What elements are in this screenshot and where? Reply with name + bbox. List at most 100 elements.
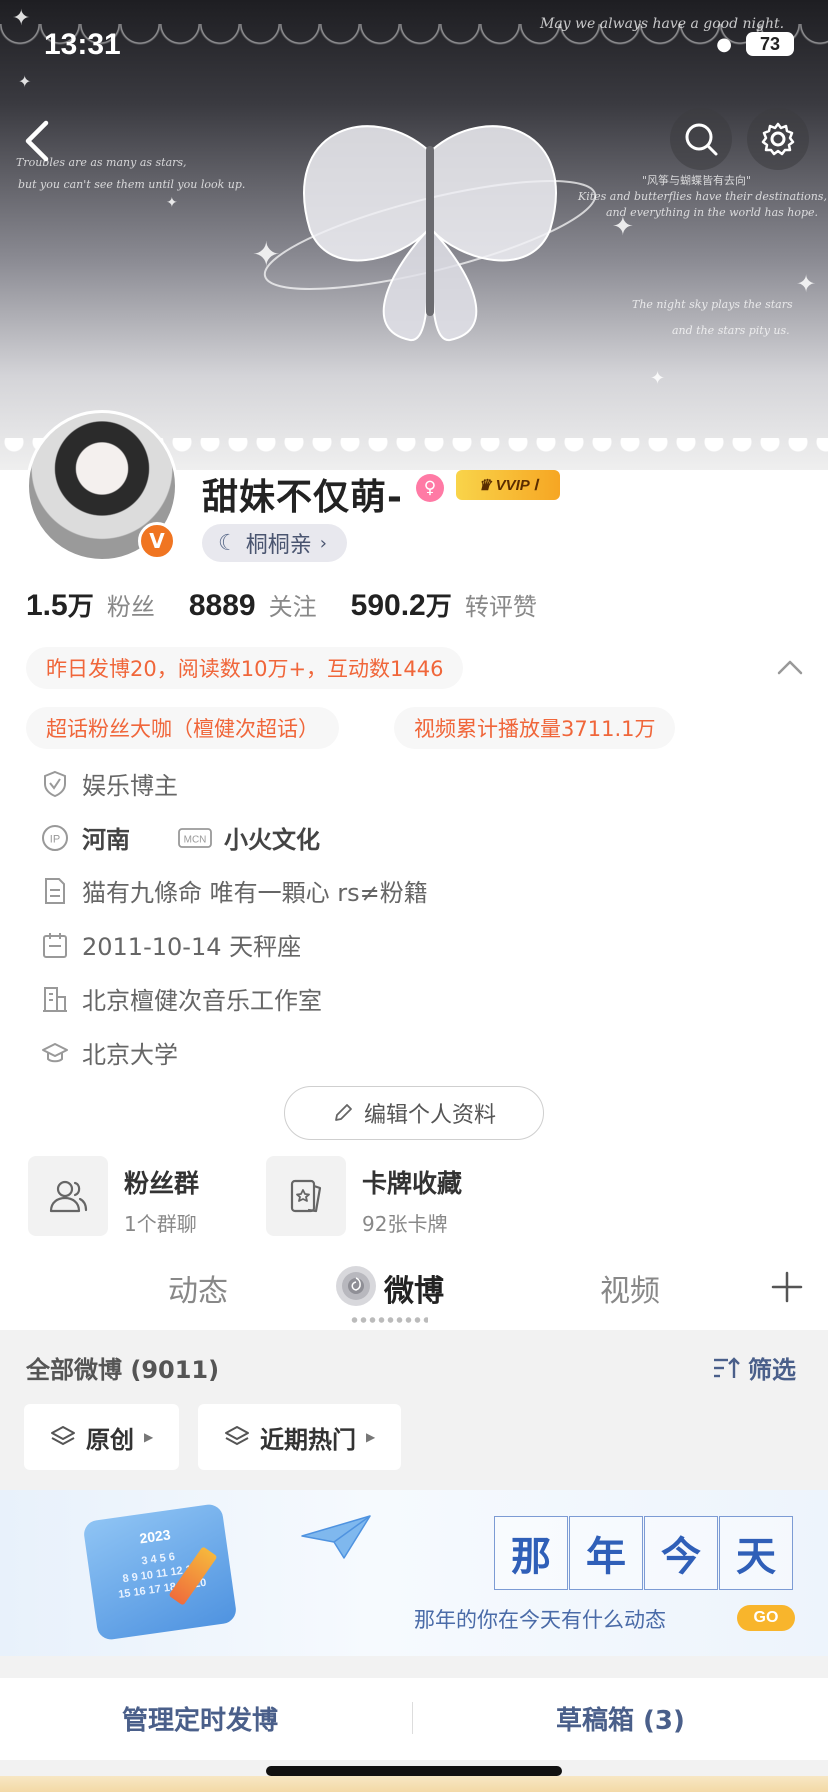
activity-summary-pill[interactable]: 昨日发博20，阅读数10万+，互动数1446 — [26, 647, 464, 689]
filter-button[interactable]: 筛选 — [712, 1350, 796, 1385]
status-icons: ● 73 — [716, 32, 794, 56]
star-decoration: ✦ — [650, 368, 666, 389]
tab-weibo[interactable]: 微博 — [384, 1266, 444, 1310]
chip-label: 原创 — [86, 1425, 134, 1454]
paper-plane-icon — [301, 1515, 371, 1559]
calendar-icon — [40, 930, 70, 960]
gear-icon — [761, 122, 795, 156]
crown-icon: ♛ — [478, 477, 492, 494]
original-filter-chip[interactable]: 原创 ▶ — [24, 1404, 180, 1470]
battery-icon: 73 — [746, 32, 794, 56]
info-category: 娱乐博主 — [40, 766, 178, 801]
settings-button[interactable] — [747, 108, 809, 170]
female-gender-icon: ♀ — [416, 474, 444, 502]
stat-unit: 万 — [67, 592, 94, 622]
username: 甜妹不仅萌- — [202, 477, 403, 518]
tab-dynamics[interactable]: 动态 — [168, 1266, 228, 1310]
search-button[interactable] — [670, 108, 732, 170]
school-text: 北京大学 — [82, 1041, 178, 1069]
home-indicator[interactable] — [266, 1766, 562, 1776]
bio-text: 猫有九條命 唯有一顆心 rs≠粉籍 — [82, 879, 428, 907]
title-char: 那 — [494, 1516, 568, 1590]
card-title: 粉丝群 — [124, 1169, 200, 1198]
edit-profile-button[interactable]: 编辑个人资料 — [284, 1086, 544, 1140]
calendar-illustration: 2023 3 4 5 6 8 9 10 11 12 13 15 16 17 18… — [82, 1502, 238, 1642]
banner-quote: and everything in the world has hope. — [606, 206, 819, 219]
banner-quote: The night sky plays the stars — [632, 298, 793, 311]
title-char: 年 — [569, 1516, 643, 1590]
shield-check-icon — [40, 769, 70, 799]
svg-text:IP: IP — [50, 833, 60, 845]
back-button[interactable] — [6, 110, 68, 172]
title-char: 天 — [719, 1516, 793, 1590]
stat-value: 8889 — [188, 589, 256, 622]
info-birthday: 2011-10-14 天秤座 — [40, 927, 301, 962]
fan-title-tag[interactable]: ☾ 桐桐亲 › — [202, 524, 347, 562]
pencil-icon — [335, 1104, 352, 1121]
company-text: 北京檀健次音乐工作室 — [82, 987, 322, 1015]
card-title: 卡牌收藏 — [362, 1169, 463, 1198]
layers-icon — [225, 1426, 249, 1446]
card-icon — [266, 1156, 346, 1236]
stat-label: 关注 — [268, 593, 317, 621]
star-decoration: ✦ — [166, 195, 178, 211]
card-subtitle: 1个群聊 — [124, 1212, 197, 1236]
video-plays-pill[interactable]: 视频累计播放量3711.1万 — [394, 707, 676, 749]
on-this-day-subtitle: 那年的你在今天有什么动态 — [414, 1608, 666, 1632]
building-icon — [40, 984, 70, 1014]
status-time: 13:31 — [44, 28, 121, 61]
on-this-day-title: 那 年 今 天 — [494, 1516, 794, 1590]
info-ip-mcn: IP 河南 MCN 小火文化 — [40, 820, 320, 855]
stat-label: 粉丝 — [106, 593, 155, 621]
birthday-text: 2011-10-14 天秤座 — [82, 933, 302, 961]
trending-filter-chip[interactable]: 近期热门 ▶ — [198, 1404, 402, 1470]
chip-label: 近期热门 — [260, 1425, 356, 1454]
info-company: 北京檀健次音乐工作室 — [40, 981, 322, 1016]
chevron-left-icon — [25, 120, 49, 162]
search-icon — [685, 123, 718, 156]
profile-cover-banner[interactable]: ✦ ✦ ✦ ✦ ✦ ✦ ✦ May we always have a good … — [0, 0, 828, 470]
graduation-cap-icon — [40, 1038, 70, 1068]
banner-quote: and the stars pity us. — [672, 324, 790, 337]
stat-following[interactable]: 8889 关注 — [189, 587, 317, 623]
bottom-strip — [0, 1776, 828, 1792]
super-topic-pill[interactable]: 超话粉丝大咖（檀健次超话） — [26, 707, 339, 749]
chevron-up-icon[interactable] — [776, 658, 804, 676]
drafts-button[interactable]: 草稿箱 (3) — [556, 1700, 685, 1737]
category-text: 娱乐博主 — [82, 772, 178, 800]
layers-icon — [51, 1426, 75, 1446]
rose-icon — [336, 1266, 376, 1306]
document-icon — [40, 876, 70, 906]
info-bio: 猫有九條命 唯有一顆心 rs≠粉籍 — [40, 873, 428, 908]
wifi-icon: ● — [716, 33, 732, 55]
card-subtitle: 92张卡牌 — [362, 1212, 448, 1236]
users-icon — [28, 1156, 108, 1236]
banner-quote: "风筝与蝴蝶皆有去向" — [642, 174, 752, 187]
banner-quote: Kites and butterflies have their destina… — [578, 190, 827, 203]
filter-label: 筛选 — [748, 1356, 796, 1384]
caret-right-icon: ▶ — [366, 1430, 376, 1444]
scheduled-posts-button[interactable]: 管理定时发博 — [122, 1700, 278, 1737]
stat-followers[interactable]: 1.5万 粉丝 — [26, 586, 155, 623]
plus-icon[interactable] — [770, 1270, 804, 1304]
mcn-icon: MCN — [178, 823, 212, 853]
vvip-badge[interactable]: ♛ VVIP Ⅰ — [456, 470, 560, 500]
go-button[interactable]: GO — [737, 1605, 795, 1631]
all-posts-title: 全部微博 (9011) — [26, 1356, 220, 1384]
fan-title-label: 桐桐亲 — [245, 533, 312, 558]
title-char: 今 — [644, 1516, 718, 1590]
caret-right-icon: ▶ — [144, 1430, 154, 1444]
tab-video[interactable]: 视频 — [600, 1266, 660, 1310]
info-school: 北京大学 — [40, 1035, 178, 1070]
stat-value: 1.5 — [26, 589, 68, 622]
ip-location-text: 河南 — [82, 826, 130, 854]
banner-quote: May we always have a good night. — [540, 16, 785, 32]
stat-interactions[interactable]: 590.2万 转评赞 — [351, 586, 537, 623]
verified-badge: V — [138, 522, 176, 560]
stat-value: 590.2 — [350, 589, 426, 622]
stat-label: 转评赞 — [464, 593, 537, 621]
butterfly-illustration — [263, 125, 597, 342]
ip-location-icon: IP — [40, 823, 70, 853]
mcn-text[interactable]: 小火文化 — [224, 820, 320, 855]
stat-unit: 万 — [425, 592, 452, 622]
